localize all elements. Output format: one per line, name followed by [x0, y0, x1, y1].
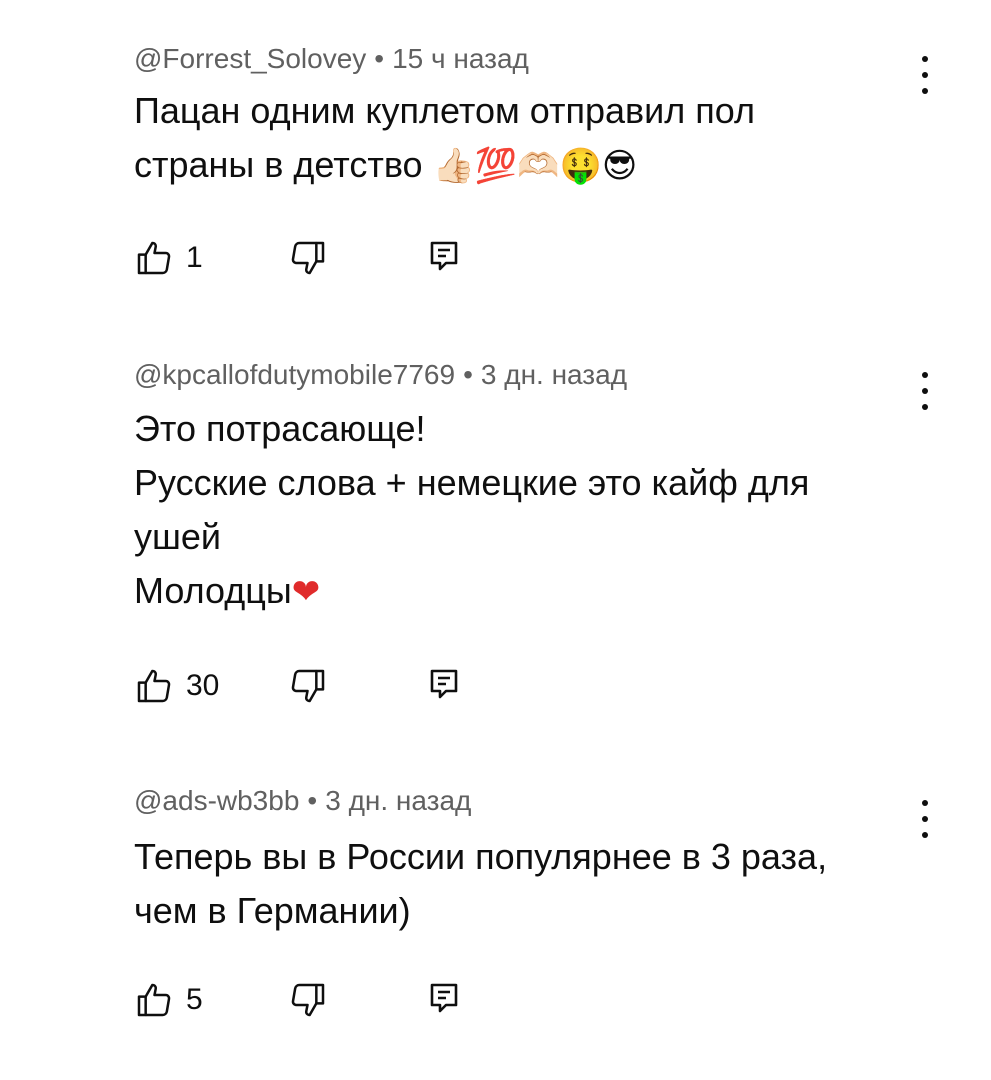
comment-menu-button[interactable] [908, 368, 942, 414]
thumbs-down-icon [291, 241, 325, 275]
dislike-button[interactable] [288, 978, 328, 1022]
comment-time: 15 ч назад [392, 43, 529, 74]
comment-actions: 30 [134, 664, 634, 708]
comment-meta: @ads-wb3bb • 3 дн. назад [134, 784, 471, 818]
more-vertical-icon-dot [922, 832, 928, 838]
reply-comment-icon [430, 983, 458, 1013]
comment-emoji: 👍🏻💯🫶🏻🤑😎 [432, 146, 638, 186]
comment-actions: 1 [134, 236, 634, 280]
more-vertical-icon-dot [922, 404, 928, 410]
more-vertical-icon [922, 800, 928, 806]
comment-text-content: Теперь вы в России популярнее в 3 раза, … [134, 836, 828, 931]
dislike-button[interactable] [288, 664, 328, 708]
more-vertical-icon-dot [922, 816, 928, 822]
more-vertical-icon-dot [922, 72, 928, 78]
comment-author[interactable]: @kpcallofdutymobile7769 [134, 359, 455, 390]
heart-emoji: ❤ [291, 572, 321, 612]
dislike-button[interactable] [288, 236, 328, 280]
like-button[interactable]: 1 [134, 236, 203, 280]
comment-menu-button[interactable] [908, 52, 942, 98]
thumbs-up-icon [137, 669, 171, 703]
comment-text: Пацан одним куплетом отправил пол страны… [134, 84, 894, 193]
like-count: 30 [186, 669, 220, 702]
thumbs-down-icon [291, 983, 325, 1017]
comment-text: Теперь вы в России популярнее в 3 раза, … [134, 830, 894, 938]
more-vertical-icon [922, 372, 928, 378]
reply-comment-icon [430, 241, 458, 271]
more-vertical-icon-dot [922, 388, 928, 394]
reply-comment-icon [430, 669, 458, 699]
comment-time: 3 дн. назад [325, 785, 472, 816]
reply-button[interactable] [430, 978, 458, 1022]
meta-separator: • [374, 43, 385, 74]
thumbs-up-icon [137, 241, 171, 275]
comment-menu-button[interactable] [908, 796, 942, 842]
meta-separator: • [463, 359, 473, 390]
like-button[interactable]: 5 [134, 978, 203, 1022]
comment-meta: @kpcallofdutymobile7769 • 3 дн. назад [134, 358, 627, 392]
comment-author[interactable]: @Forrest_Solovey [134, 43, 366, 74]
comment-text: Это потрасающе! Русские слова + немецкие… [134, 402, 894, 619]
comment-actions: 5 [134, 978, 634, 1022]
meta-separator: • [307, 785, 318, 816]
more-vertical-icon-dot [922, 88, 928, 94]
reply-button[interactable] [430, 664, 458, 708]
like-count: 5 [186, 983, 203, 1016]
comment-meta: @Forrest_Solovey • 15 ч назад [134, 42, 529, 76]
comment-text-content: Это потрасающе! Русские слова + немецкие… [134, 408, 810, 611]
thumbs-up-icon [137, 983, 171, 1017]
like-button[interactable]: 30 [134, 664, 219, 708]
comment-time: 3 дн. назад [480, 359, 628, 390]
comment-author[interactable]: @ads-wb3bb [134, 785, 299, 816]
like-count: 1 [186, 241, 203, 274]
reply-button[interactable] [430, 236, 458, 280]
thumbs-down-icon [291, 669, 325, 703]
more-vertical-icon [922, 56, 928, 62]
